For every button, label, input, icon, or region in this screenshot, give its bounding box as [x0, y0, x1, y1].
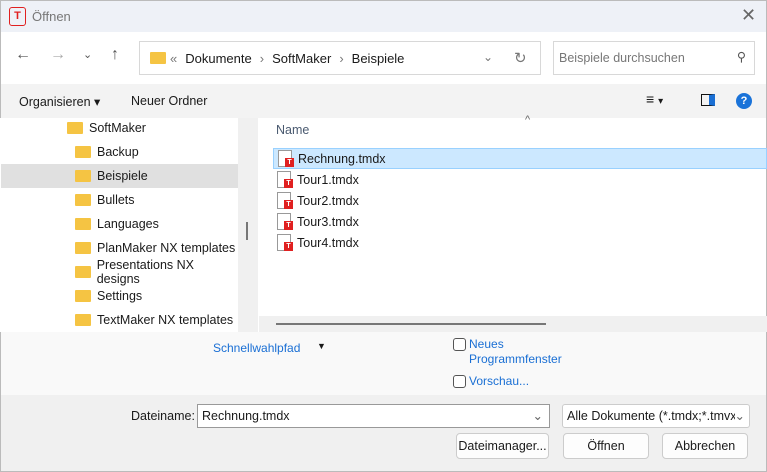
file-list-scrollbar[interactable] — [259, 316, 767, 332]
filename-input[interactable]: Rechnung.tmdx ⌄ — [197, 404, 550, 428]
breadcrumb: « Dokumente › SoftMaker › Beispiele — [170, 51, 405, 66]
preview-pane-icon[interactable] — [701, 94, 715, 106]
tree-label: PlanMaker NX templates — [97, 241, 236, 255]
preview-label[interactable]: Vorschau... — [469, 374, 529, 388]
tmdx-file-icon: T — [277, 171, 293, 188]
folder-icon — [75, 146, 91, 158]
tmdx-file-icon: T — [277, 234, 293, 251]
folder-icon — [150, 52, 166, 64]
file-list: Name ^ T Rechnung.tmdx T Tour1.tmdx T Tour2… — [259, 114, 767, 332]
quickpath-link[interactable]: Schnellwahlpfad — [213, 341, 300, 355]
organize-label: Organisieren — [19, 95, 91, 109]
file-name: Tour2.tmdx — [297, 193, 359, 208]
folder-icon — [75, 290, 91, 302]
file-name: Tour1.tmdx — [297, 172, 359, 187]
file-name: Tour3.tmdx — [297, 214, 359, 229]
folder-icon — [75, 242, 91, 254]
crumb-softmaker[interactable]: SoftMaker — [272, 51, 331, 66]
folder-icon — [75, 266, 91, 278]
recent-dropdown-icon[interactable]: ⌄ — [83, 48, 92, 61]
new-window-checkbox[interactable] — [453, 338, 466, 351]
tree-item[interactable]: Presentations NX designs — [1, 258, 238, 286]
folder-tree: SoftMaker Backup Beispiele Bullets Langu… — [1, 118, 238, 332]
chevron-down-icon: ⌄ — [734, 408, 745, 423]
chevron-down-icon[interactable]: ⌄ — [533, 408, 543, 423]
tree-scrollbar[interactable] — [238, 118, 258, 332]
open-button[interactable]: Öffnen — [563, 433, 649, 459]
scroll-thumb[interactable] — [246, 222, 248, 240]
file-manager-button[interactable]: Dateimanager... — [456, 433, 549, 459]
new-window-label[interactable]: Neues — [469, 337, 504, 351]
file-item[interactable]: T Tour4.tmdx — [273, 232, 767, 253]
folder-icon — [75, 194, 91, 206]
tree-item[interactable]: Languages — [1, 212, 238, 236]
file-item-selected[interactable]: T Rechnung.tmdx — [273, 148, 767, 169]
tmdx-file-icon: T — [277, 213, 293, 230]
tree-label: Beispiele — [97, 169, 148, 183]
file-item[interactable]: T Tour2.tmdx — [273, 190, 767, 211]
sort-ascending-icon: ^ — [525, 114, 531, 126]
quickpath-dropdown-icon[interactable]: ▼ — [317, 341, 326, 351]
tree-item-selected[interactable]: Beispiele — [1, 164, 238, 188]
scroll-thumb[interactable] — [276, 323, 546, 325]
column-header-name[interactable]: Name — [276, 123, 309, 137]
help-icon[interactable]: ? — [736, 93, 752, 109]
tree-label: Bullets — [97, 193, 135, 207]
folder-icon — [75, 218, 91, 230]
app-icon: T — [9, 7, 26, 26]
tree-item[interactable]: Settings — [1, 284, 238, 308]
overflow-icon[interactable]: « — [170, 51, 177, 66]
folder-icon — [75, 170, 91, 182]
navigation-bar: ← → ⌄ ↑ « Dokumente › SoftMaker › Beispiel… — [0, 32, 767, 84]
search-placeholder: Beispiele durchsuchen — [559, 51, 685, 65]
file-type-select[interactable]: Alle Dokumente (*.tmdx;*.tmvx ⌄ — [562, 404, 750, 428]
tree-item[interactable]: Backup — [1, 140, 238, 164]
crumb-beispiele[interactable]: Beispiele — [352, 51, 405, 66]
close-icon[interactable]: ✕ — [741, 5, 756, 26]
view-menu-icon[interactable]: ≡ ▾ — [646, 91, 663, 107]
tree-item[interactable]: TextMaker NX templates — [1, 308, 238, 332]
filename-value: Rechnung.tmdx — [202, 409, 290, 423]
address-bar[interactable]: « Dokumente › SoftMaker › Beispiele ⌄ ↻ — [139, 41, 541, 75]
file-name: Rechnung.tmdx — [298, 151, 386, 166]
chevron-down-icon[interactable]: ⌄ — [483, 50, 493, 64]
refresh-icon[interactable]: ↻ — [514, 49, 527, 67]
file-type-value: Alle Dokumente (*.tmdx;*.tmvx — [567, 409, 737, 423]
tree-item[interactable]: Bullets — [1, 188, 238, 212]
bottom-panel: Dateiname: Rechnung.tmdx ⌄ Alle Dokumente… — [0, 395, 767, 472]
folder-icon — [67, 122, 83, 134]
window-title: Öffnen — [32, 9, 71, 24]
new-window-label-2[interactable]: Programmfenster — [469, 352, 562, 366]
tree-label: TextMaker NX templates — [97, 313, 234, 327]
tree-label: Backup — [97, 145, 139, 159]
options-panel: Schnellwahlpfad ▼ Neues Programmfenster … — [0, 332, 767, 395]
search-icon[interactable]: ⚲ — [737, 49, 746, 64]
crumb-dokumente[interactable]: Dokumente — [185, 51, 251, 66]
forward-icon[interactable]: → — [50, 46, 66, 64]
new-folder-button[interactable]: Neuer Ordner — [131, 94, 207, 108]
tree-item[interactable]: SoftMaker — [1, 116, 238, 140]
back-icon[interactable]: ← — [15, 46, 31, 64]
tmdx-file-icon: T — [278, 150, 294, 167]
tree-label: SoftMaker — [89, 121, 146, 135]
preview-checkbox[interactable] — [453, 375, 466, 388]
tree-label: Settings — [97, 289, 143, 303]
tree-label: Languages — [97, 217, 159, 231]
toolbar: Organisieren ▾ Neuer Ordner ≡ ▾ ? — [0, 84, 767, 118]
tree-item[interactable]: PlanMaker NX templates — [1, 236, 238, 260]
file-item[interactable]: T Tour1.tmdx — [273, 169, 767, 190]
file-item[interactable]: T Tour3.tmdx — [273, 211, 767, 232]
filename-label: Dateiname: — [131, 409, 195, 423]
organize-menu[interactable]: Organisieren ▾ — [19, 94, 100, 109]
search-input[interactable]: Beispiele durchsuchen ⚲ — [553, 41, 755, 75]
title-bar: T Öffnen ✕ — [0, 0, 767, 32]
file-name: Tour4.tmdx — [297, 235, 359, 250]
cancel-button[interactable]: Abbrechen — [662, 433, 748, 459]
tmdx-file-icon: T — [277, 192, 293, 209]
folder-icon — [75, 314, 91, 326]
tree-label: Presentations NX designs — [96, 258, 194, 286]
up-icon[interactable]: ↑ — [111, 46, 119, 64]
